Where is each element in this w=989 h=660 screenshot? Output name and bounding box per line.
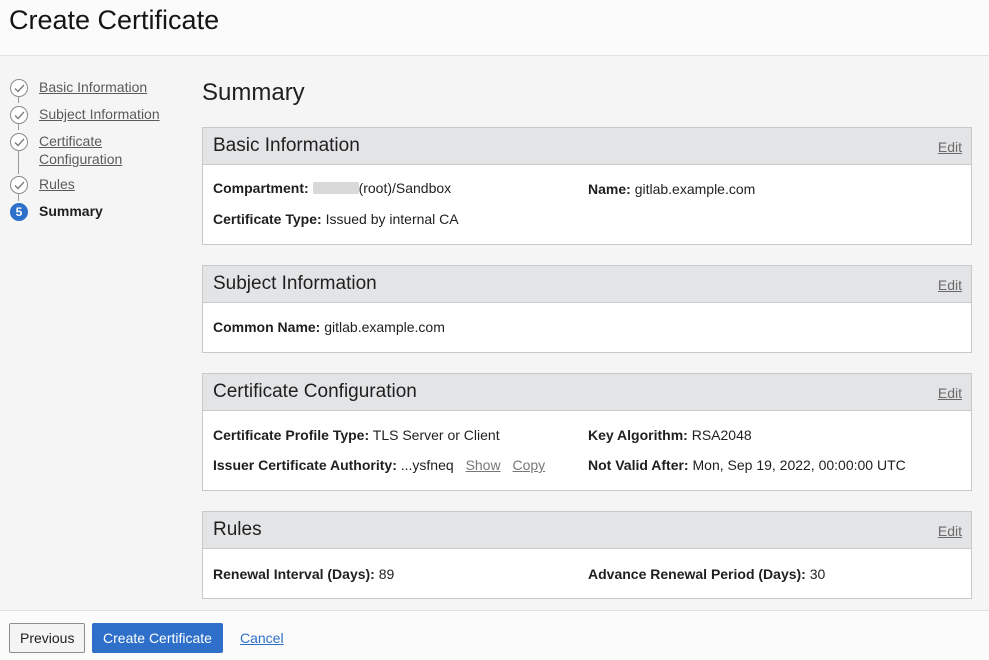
advance-renewal-field: Advance Renewal Period (Days): 30 (588, 566, 825, 582)
check-icon (10, 106, 28, 124)
field-label: Compartment: (213, 180, 309, 196)
show-link[interactable]: Show (466, 457, 501, 473)
step-label: Summary (39, 203, 103, 219)
section-title: Summary (202, 79, 305, 106)
field-label: Key Algorithm: (588, 427, 688, 443)
rules-panel: Rules Edit Renewal Interval (Days): 89 A… (202, 511, 972, 599)
key-algorithm-field: Key Algorithm: RSA2048 (588, 427, 752, 443)
field-label: Advance Renewal Period (Days): (588, 566, 806, 582)
profile-type-field: Certificate Profile Type: TLS Server or … (213, 427, 500, 443)
footer-bar: Previous Create Certificate Cancel (0, 610, 989, 660)
step-connector (18, 96, 19, 103)
page-title: Create Certificate (9, 5, 220, 35)
redacted-block (312, 182, 359, 194)
previous-button[interactable]: Previous (9, 623, 85, 653)
panel-title: Subject Information (213, 273, 377, 294)
field-value: RSA2048 (691, 427, 752, 443)
panel-header: Rules Edit (203, 512, 971, 549)
step-label[interactable]: Rules (39, 176, 75, 192)
step-summary: 5 Summary (10, 202, 103, 221)
edit-link[interactable]: Edit (938, 139, 962, 155)
step-label[interactable]: Certificate Configuration (39, 133, 122, 167)
certificate-type-field: Certificate Type: Issued by internal CA (213, 211, 459, 227)
field-value: Mon, Sep 19, 2022, 00:00:00 UTC (692, 457, 906, 473)
check-icon (10, 79, 28, 97)
issuer-ca-field: Issuer Certificate Authority: ...ysfneq … (213, 457, 545, 473)
panel-title: Rules (213, 519, 262, 540)
check-icon (10, 133, 28, 151)
panel-header: Subject Information Edit (203, 266, 971, 303)
panel-header: Basic Information Edit (203, 128, 971, 165)
field-label: Name: (588, 181, 631, 197)
field-value: TLS Server or Client (372, 427, 500, 443)
field-label: Common Name: (213, 319, 321, 335)
panel-header: Certificate Configuration Edit (203, 374, 971, 411)
step-connector (18, 123, 19, 130)
step-number-badge: 5 (10, 203, 28, 221)
field-value: ...ysfneq (400, 457, 454, 473)
panel-title: Certificate Configuration (213, 381, 417, 402)
common-name-field: Common Name: gitlab.example.com (213, 319, 445, 335)
field-value: gitlab.example.com (634, 181, 756, 197)
renewal-interval-field: Renewal Interval (Days): 89 (213, 566, 394, 582)
create-certificate-button[interactable]: Create Certificate (92, 623, 223, 653)
not-valid-after-field: Not Valid After: Mon, Sep 19, 2022, 00:0… (588, 457, 906, 473)
cancel-link[interactable]: Cancel (240, 630, 284, 646)
panel-title: Basic Information (213, 135, 360, 156)
field-label: Renewal Interval (Days): (213, 566, 375, 582)
check-icon (10, 176, 28, 194)
step-connector (18, 194, 19, 201)
step-label[interactable]: Basic Information (39, 79, 147, 95)
field-value: 30 (809, 566, 826, 582)
field-value: Issued by internal CA (325, 211, 459, 227)
field-value: (root)/Sandbox (358, 180, 452, 196)
step-certificate-configuration[interactable]: Certificate Configuration (10, 132, 149, 168)
certificate-configuration-panel: Certificate Configuration Edit Certifica… (202, 373, 972, 491)
step-subject-information[interactable]: Subject Information (10, 105, 160, 124)
edit-link[interactable]: Edit (938, 523, 962, 539)
edit-link[interactable]: Edit (938, 277, 962, 293)
field-label: Certificate Type: (213, 211, 322, 227)
subject-information-panel: Subject Information Edit Common Name: gi… (202, 265, 972, 353)
basic-information-panel: Basic Information Edit Compartment: (roo… (202, 127, 972, 245)
field-value: 89 (378, 566, 395, 582)
edit-link[interactable]: Edit (938, 385, 962, 401)
copy-link[interactable]: Copy (512, 457, 545, 473)
field-value: gitlab.example.com (324, 319, 445, 335)
name-field: Name: gitlab.example.com (588, 181, 755, 197)
step-rules[interactable]: Rules (10, 175, 75, 194)
page-header: Create Certificate (0, 0, 989, 56)
step-basic-information[interactable]: Basic Information (10, 78, 147, 97)
field-label: Certificate Profile Type: (213, 427, 370, 443)
compartment-field: Compartment: (root)/Sandbox (213, 180, 451, 196)
step-label[interactable]: Subject Information (39, 106, 160, 122)
field-label: Issuer Certificate Authority: (213, 457, 397, 473)
field-label: Not Valid After: (588, 457, 689, 473)
